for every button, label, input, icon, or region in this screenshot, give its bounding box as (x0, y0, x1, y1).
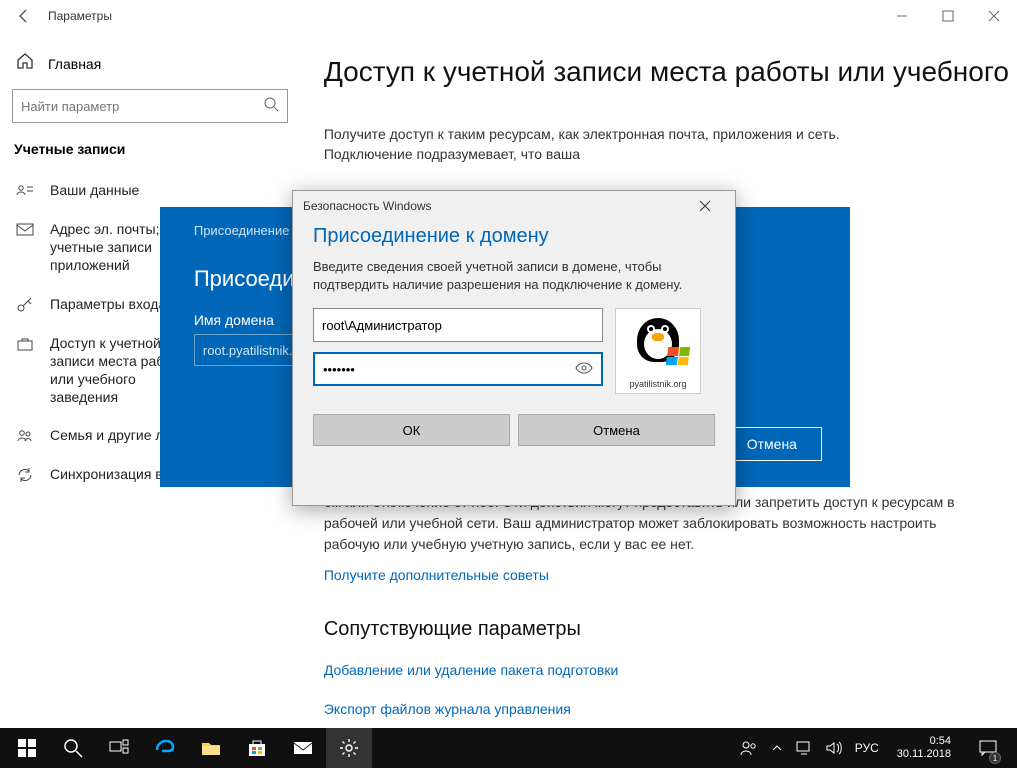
briefcase-icon (16, 335, 34, 353)
dialog-title: Безопасность Windows (303, 199, 432, 213)
explorer-icon[interactable] (188, 728, 234, 768)
mail-icon (16, 221, 34, 239)
dialog-description: Введите сведения своей учетной записи в … (313, 258, 703, 294)
taskbar-search-button[interactable] (50, 728, 96, 768)
close-button[interactable] (971, 0, 1017, 32)
search-icon (263, 96, 279, 117)
clock-date: 30.11.2018 (897, 748, 951, 761)
search-field[interactable] (21, 99, 263, 114)
sync-icon (16, 466, 34, 484)
settings-app-icon[interactable] (326, 728, 372, 768)
password-field[interactable] (323, 362, 575, 377)
credential-tile-caption: pyatilistnik.org (629, 379, 686, 389)
search-input[interactable] (12, 89, 288, 123)
security-dialog: Безопасность Windows Присоединение к дом… (292, 190, 736, 506)
page-description: Получите доступ к таким ресурсам, как эл… (324, 124, 844, 165)
edge-icon[interactable] (142, 728, 188, 768)
home-icon (16, 52, 34, 75)
export-logs-link[interactable]: Экспорт файлов журнала управления (324, 699, 571, 720)
clock[interactable]: 0:54 30.11.2018 (891, 735, 957, 761)
credential-tile-image: pyatilistnik.org (615, 308, 701, 394)
store-icon[interactable] (234, 728, 280, 768)
home-label: Главная (48, 56, 101, 72)
volume-tray-icon[interactable] (825, 739, 843, 757)
task-view-button[interactable] (96, 728, 142, 768)
home-nav[interactable]: Главная (12, 48, 288, 89)
notification-badge: 1 (989, 752, 1001, 764)
section-heading: Учетные записи (12, 141, 288, 157)
window-title: Параметры (48, 9, 112, 23)
below-content: ем или отключение от нее. Эти действия м… (324, 492, 1007, 720)
network-tray-icon[interactable] (795, 739, 813, 757)
username-field[interactable] (322, 318, 594, 333)
reveal-password-icon[interactable] (575, 362, 593, 377)
penguin-icon (633, 313, 683, 363)
dialog-close-button[interactable] (685, 194, 725, 218)
username-input[interactable] (313, 308, 603, 342)
password-input[interactable] (313, 352, 603, 386)
start-button[interactable] (4, 728, 50, 768)
minimize-button[interactable] (879, 0, 925, 32)
sidebar-item-label: Ваши данные (50, 181, 139, 199)
back-button[interactable] (8, 0, 40, 32)
panel-cancel-button[interactable]: Отмена (722, 427, 822, 461)
tips-link[interactable]: Получите дополнительные советы (324, 565, 549, 586)
tray-chevron-icon[interactable] (771, 742, 783, 754)
sidebar-item-label: Параметры входа (50, 295, 166, 313)
dialog-cancel-button[interactable]: Отмена (518, 414, 715, 446)
windows-flag-icon (666, 347, 691, 365)
system-tray: РУС 0:54 30.11.2018 1 (739, 728, 1013, 768)
dialog-titlebar: Безопасность Windows (293, 191, 735, 221)
maximize-button[interactable] (925, 0, 971, 32)
person-card-icon (16, 182, 34, 200)
sidebar-item-your-info[interactable]: Ваши данные (12, 171, 288, 210)
language-indicator[interactable]: РУС (855, 741, 879, 755)
titlebar: Параметры (0, 0, 1017, 32)
mail-app-icon[interactable] (280, 728, 326, 768)
dialog-heading: Присоединение к домену (313, 225, 715, 248)
people-tray-icon[interactable] (739, 738, 759, 758)
related-heading: Сопутствующие параметры (324, 614, 1007, 644)
people-icon (16, 427, 34, 445)
clock-time: 0:54 (897, 735, 951, 748)
action-center-button[interactable]: 1 (969, 728, 1007, 768)
page-title: Доступ к учетной записи места работы или… (324, 56, 1009, 88)
taskbar: РУС 0:54 30.11.2018 1 (0, 728, 1017, 768)
provisioning-link[interactable]: Добавление или удаление пакета подготовк… (324, 660, 618, 681)
dialog-ok-button[interactable]: ОК (313, 414, 510, 446)
key-icon (16, 296, 34, 314)
